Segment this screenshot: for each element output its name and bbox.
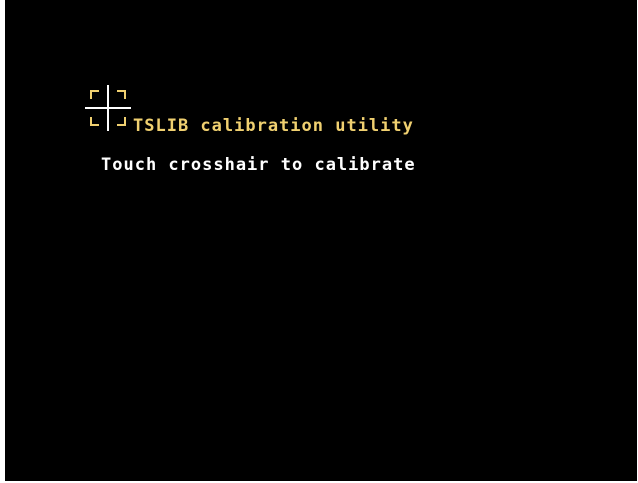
crosshair-bracket-top-right [117, 90, 126, 99]
window-frame: TSLIB calibration utility Touch crosshai… [0, 0, 638, 483]
crosshair-bracket-top-left [90, 90, 99, 99]
crosshair-icon [85, 85, 131, 131]
crosshair-bracket-bottom-right [117, 117, 126, 126]
crosshair-bracket-bottom-left [90, 117, 99, 126]
calibration-title: TSLIB calibration utility [133, 116, 414, 136]
calibration-crosshair[interactable] [85, 85, 131, 131]
calibration-instruction: Touch crosshair to calibrate [101, 155, 416, 175]
calibration-screen: TSLIB calibration utility Touch crosshai… [5, 0, 637, 481]
